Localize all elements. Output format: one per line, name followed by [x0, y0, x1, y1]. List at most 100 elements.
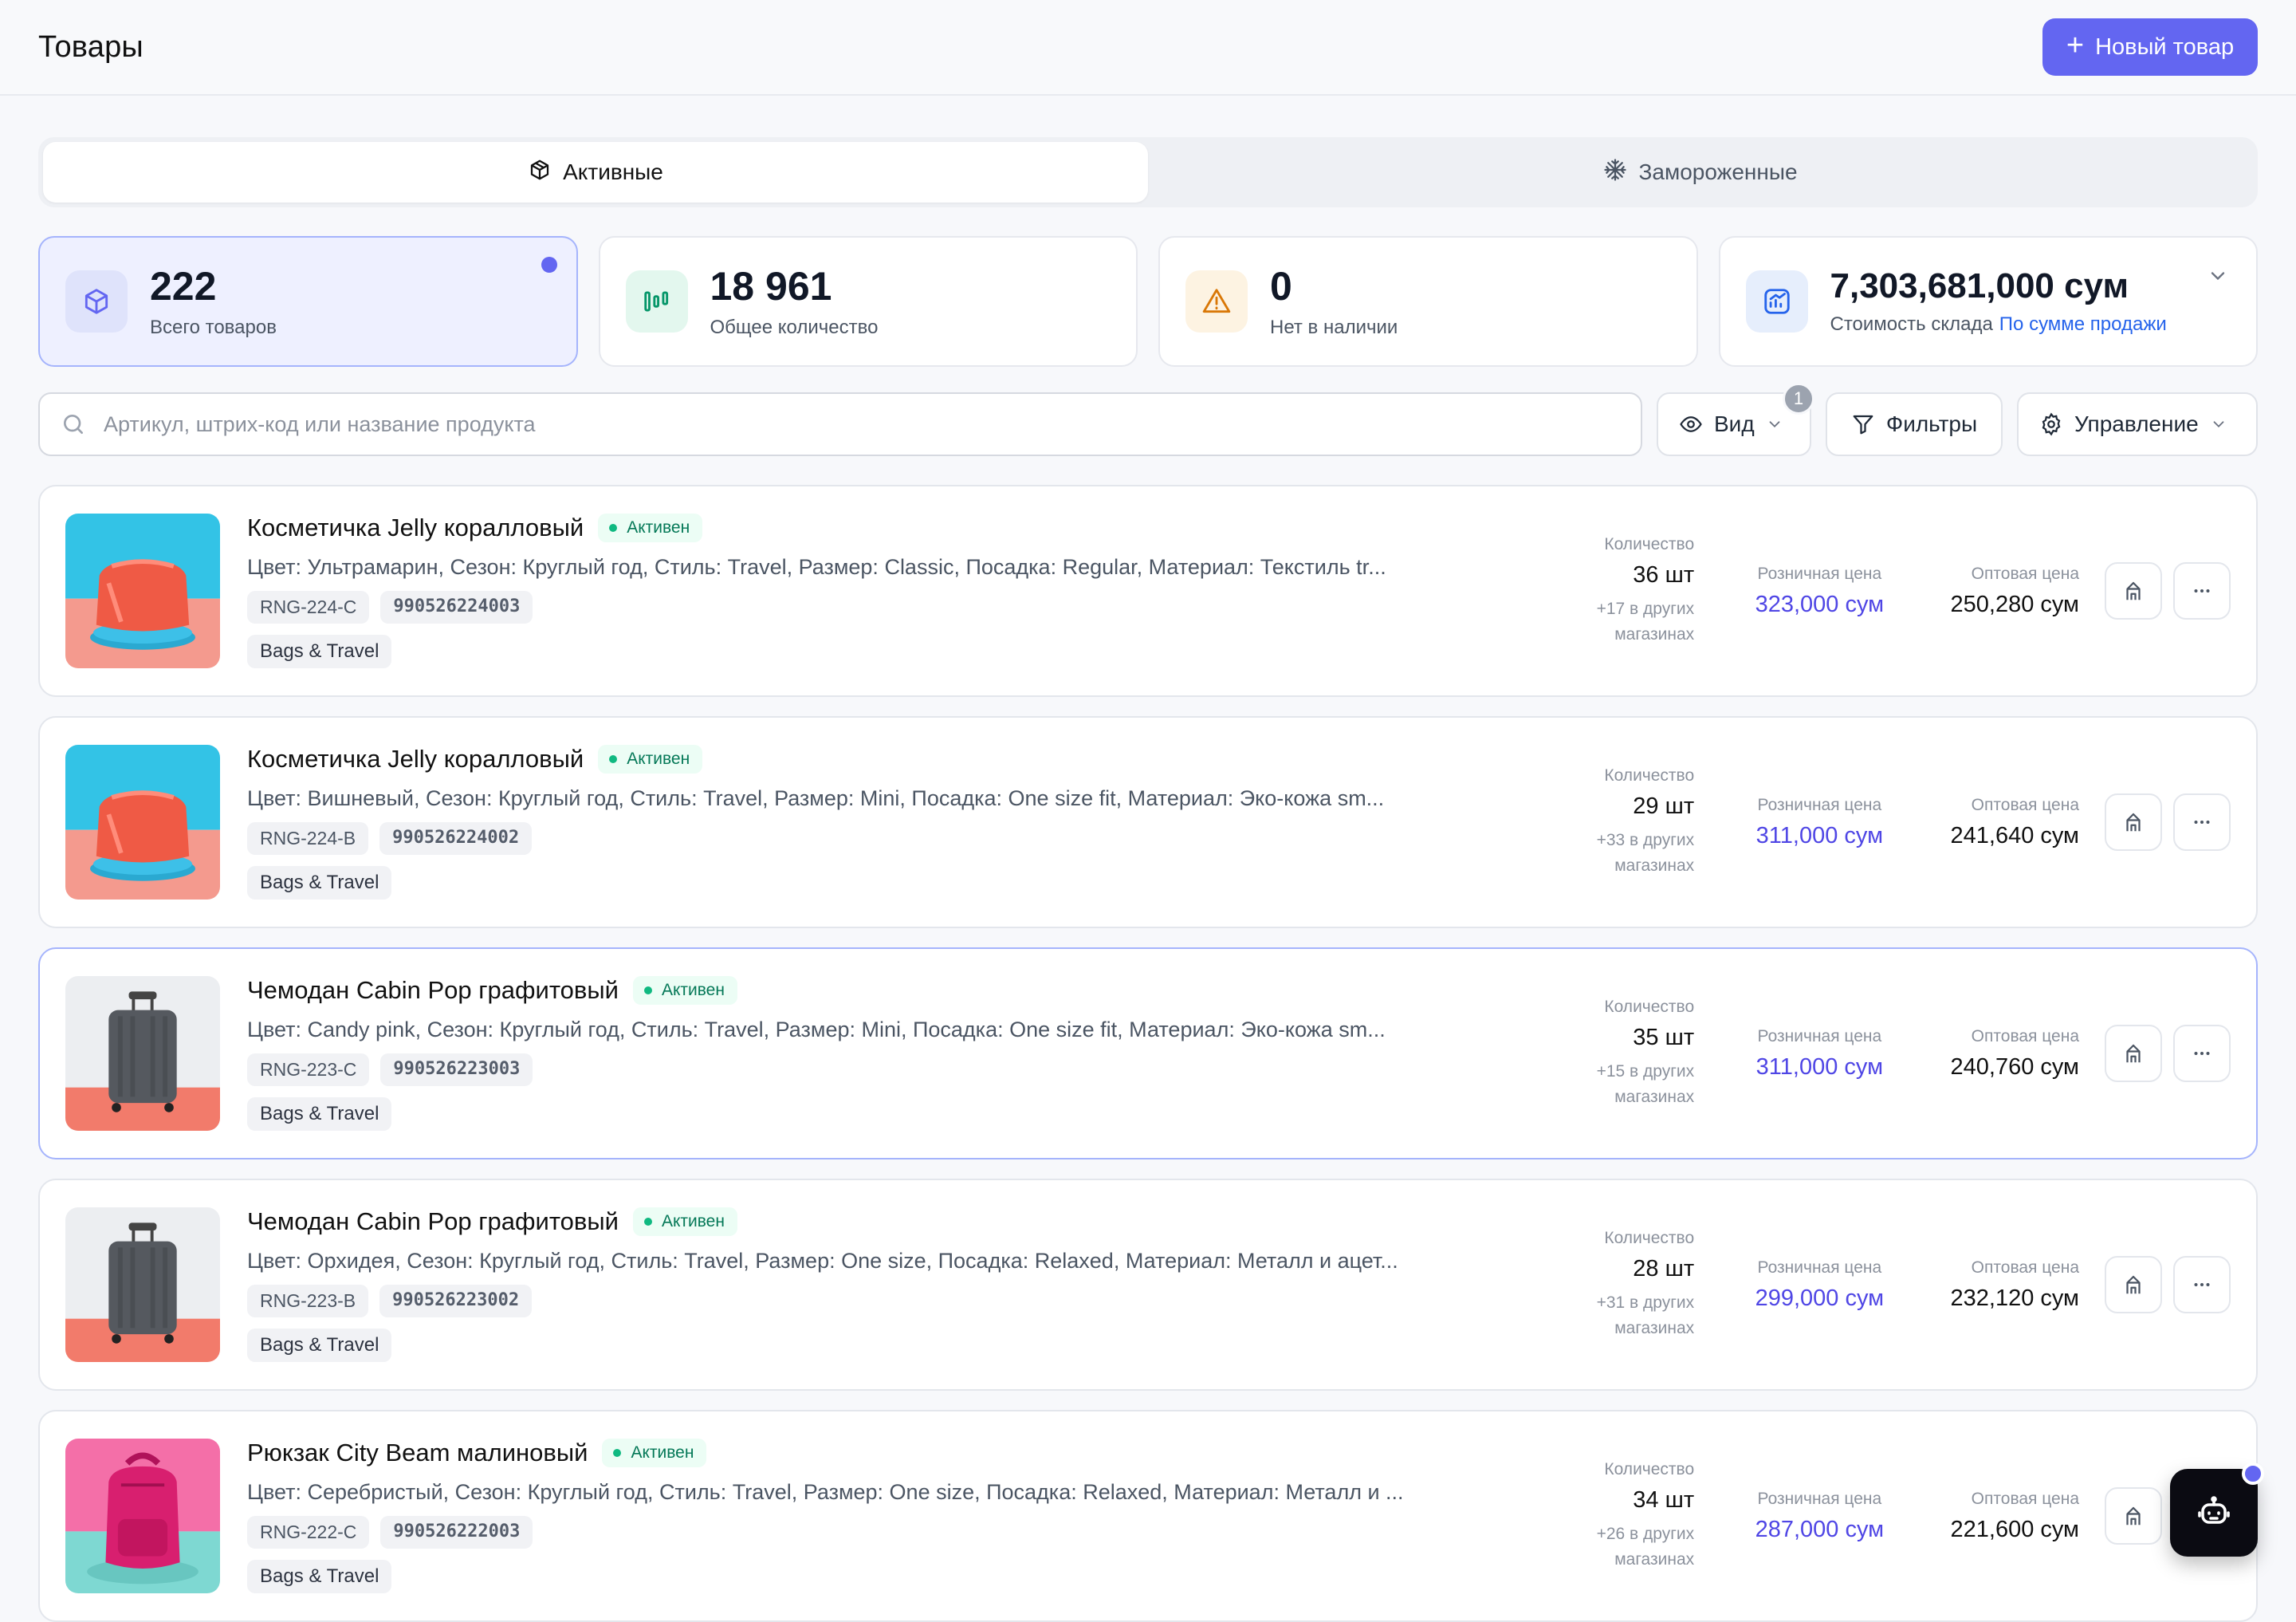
tab-label: Замороженные — [1638, 159, 1798, 184]
manage-button[interactable]: Управление — [2017, 392, 2258, 456]
product-card[interactable]: Косметичка Jelly коралловый Активен Цвет… — [38, 716, 2258, 928]
retail-price: 323,000 сум — [1755, 591, 1885, 617]
status-badge: Активен — [632, 1207, 737, 1236]
box-icon — [528, 158, 552, 187]
view-count-badge: 1 — [1783, 383, 1814, 415]
more-button[interactable] — [2173, 1025, 2231, 1082]
sku-chip: RNG-223-C — [247, 1053, 370, 1086]
more-button[interactable] — [2173, 562, 2231, 620]
product-image — [65, 1439, 220, 1593]
view-label: Вид — [1714, 411, 1755, 436]
store-button[interactable] — [2105, 562, 2162, 620]
product-image — [65, 514, 220, 668]
status-dot — [609, 524, 618, 532]
stats-row: 222 Всего товаров 18 961 Общее количеств… — [38, 236, 2258, 367]
search-icon — [64, 415, 83, 434]
tab-frozen[interactable]: Замороженные — [1148, 142, 2253, 203]
status-label: Активен — [661, 1212, 725, 1230]
search-input[interactable] — [102, 411, 1620, 438]
quantity-value: 28 шт — [1633, 1256, 1695, 1281]
more-button[interactable] — [2173, 1256, 2231, 1313]
store-button[interactable] — [2105, 793, 2162, 851]
quantity-column: Количество 29 шт +33 в других магазинах — [1536, 766, 1695, 878]
chevron-down-icon[interactable] — [2207, 265, 2229, 287]
product-title-row: Чемодан Cabin Pop графитовый Активен — [247, 976, 1536, 1005]
product-info: Рюкзак City Beam малиновый Активен Цвет:… — [247, 1439, 1536, 1593]
store-button[interactable] — [2105, 1025, 2162, 1082]
more-button[interactable] — [2173, 793, 2231, 851]
stat-label: Всего товаров — [150, 316, 277, 338]
store-button[interactable] — [2105, 1256, 2162, 1313]
quantity-value: 34 шт — [1633, 1487, 1695, 1513]
other-stores: +15 в других магазинах — [1596, 1062, 1695, 1106]
product-name[interactable]: Рюкзак City Beam малиновый — [247, 1439, 588, 1467]
wholesale-label: Оптовая цена — [1971, 795, 2079, 814]
stat-value: 0 — [1270, 263, 1292, 309]
category-chip: Bags & Travel — [247, 1329, 392, 1362]
quantity-icon — [625, 270, 688, 333]
new-product-label: Новый товар — [2095, 33, 2235, 60]
product-info: Косметичка Jelly коралловый Активен Цвет… — [247, 514, 1536, 668]
status-dot — [643, 1218, 652, 1226]
category-chip: Bags & Travel — [247, 635, 392, 668]
more-icon — [2194, 1283, 2210, 1286]
retail-label: Розничная цена — [1757, 1258, 1882, 1277]
quantity-label: Количество — [1604, 766, 1695, 785]
row-actions — [2105, 1256, 2231, 1313]
other-stores: +33 в других магазинах — [1596, 831, 1695, 875]
quantity-label: Количество — [1604, 998, 1695, 1016]
stat-total-quantity[interactable]: 18 961 Общее количество — [598, 236, 1138, 367]
assistant-button[interactable] — [2170, 1463, 2264, 1557]
product-name[interactable]: Чемодан Cabin Pop графитовый — [247, 1207, 619, 1236]
stat-label-row: Стоимость склада По сумме продажи — [1830, 313, 2167, 336]
quantity-value: 36 шт — [1633, 562, 1695, 588]
search-box[interactable] — [38, 392, 1642, 456]
product-card[interactable]: Чемодан Cabin Pop графитовый Активен Цве… — [38, 1179, 2258, 1391]
other-stores: +31 в других магазинах — [1596, 1293, 1695, 1337]
stat-value: 7,303,681,000 сум — [1830, 266, 2129, 305]
tab-active[interactable]: Активные — [43, 142, 1148, 203]
quantity-value: 35 шт — [1633, 1025, 1695, 1050]
other-stores: +17 в других магазинах — [1596, 600, 1695, 644]
stat-warehouse-value[interactable]: 7,303,681,000 сум Стоимость склада По сум… — [1718, 236, 2258, 367]
status-dot — [613, 1449, 622, 1457]
product-attributes: Цвет: Серебристый, Сезон: Круглый год, С… — [247, 1480, 1404, 1504]
product-name[interactable]: Чемодан Cabin Pop графитовый — [247, 976, 619, 1005]
status-dot — [609, 755, 618, 763]
new-product-button[interactable]: + Новый товар — [2042, 18, 2258, 76]
product-card[interactable]: Рюкзак City Beam малиновый Активен Цвет:… — [38, 1410, 2258, 1622]
filter-icon — [1853, 415, 1873, 435]
stat-total-products[interactable]: 222 Всего товаров — [38, 236, 578, 367]
tab-label: Активные — [563, 159, 663, 184]
stat-out-of-stock[interactable]: 0 Нет в наличии — [1158, 236, 1698, 367]
status-badge: Активен — [598, 745, 703, 774]
list-toolbar: Вид 1 Фильтры Управление — [38, 383, 2258, 458]
filters-button[interactable]: Фильтры — [1826, 392, 2003, 456]
product-name[interactable]: Косметичка Jelly коралловый — [247, 514, 584, 542]
product-name[interactable]: Косметичка Jelly коралловый — [247, 745, 584, 774]
product-info: Косметичка Jelly коралловый Активен Цвет… — [247, 745, 1536, 900]
category-chip: Bags & Travel — [247, 866, 392, 900]
product-card[interactable]: Чемодан Cabin Pop графитовый Активен Цве… — [38, 947, 2258, 1159]
product-image — [65, 1207, 220, 1362]
status-label: Активен — [631, 1443, 694, 1462]
product-attributes: Цвет: Орхидея, Сезон: Круглый год, Стиль… — [247, 1249, 1398, 1273]
wholesale-label: Оптовая цена — [1971, 1258, 2079, 1277]
quantity-value: 29 шт — [1633, 793, 1695, 819]
retail-column: Розничная цена 311,000 сум — [1742, 796, 1897, 849]
barcode-chip: 990526222003 — [380, 1516, 533, 1549]
wholesale-label: Оптовая цена — [1971, 1489, 2079, 1508]
quantity-column: Количество 35 шт +15 в других магазинах — [1536, 998, 1695, 1109]
view-button[interactable]: Вид 1 — [1657, 383, 1814, 456]
stat-mode-link[interactable]: По сумме продажи — [1999, 313, 2167, 335]
wholesale-label: Оптовая цена — [1971, 1026, 2079, 1045]
gear-icon — [2042, 412, 2061, 436]
product-title-row: Косметичка Jelly коралловый Активен — [247, 514, 1536, 542]
store-button[interactable] — [2105, 1487, 2162, 1545]
product-card[interactable]: Косметичка Jelly коралловый Активен Цвет… — [38, 485, 2258, 697]
product-title-row: Рюкзак City Beam малиновый Активен — [247, 1439, 1536, 1467]
selected-indicator — [541, 257, 557, 273]
more-icon — [2194, 589, 2210, 593]
chevron-down-icon — [2213, 421, 2224, 428]
sku-chip: RNG-222-C — [247, 1516, 370, 1549]
